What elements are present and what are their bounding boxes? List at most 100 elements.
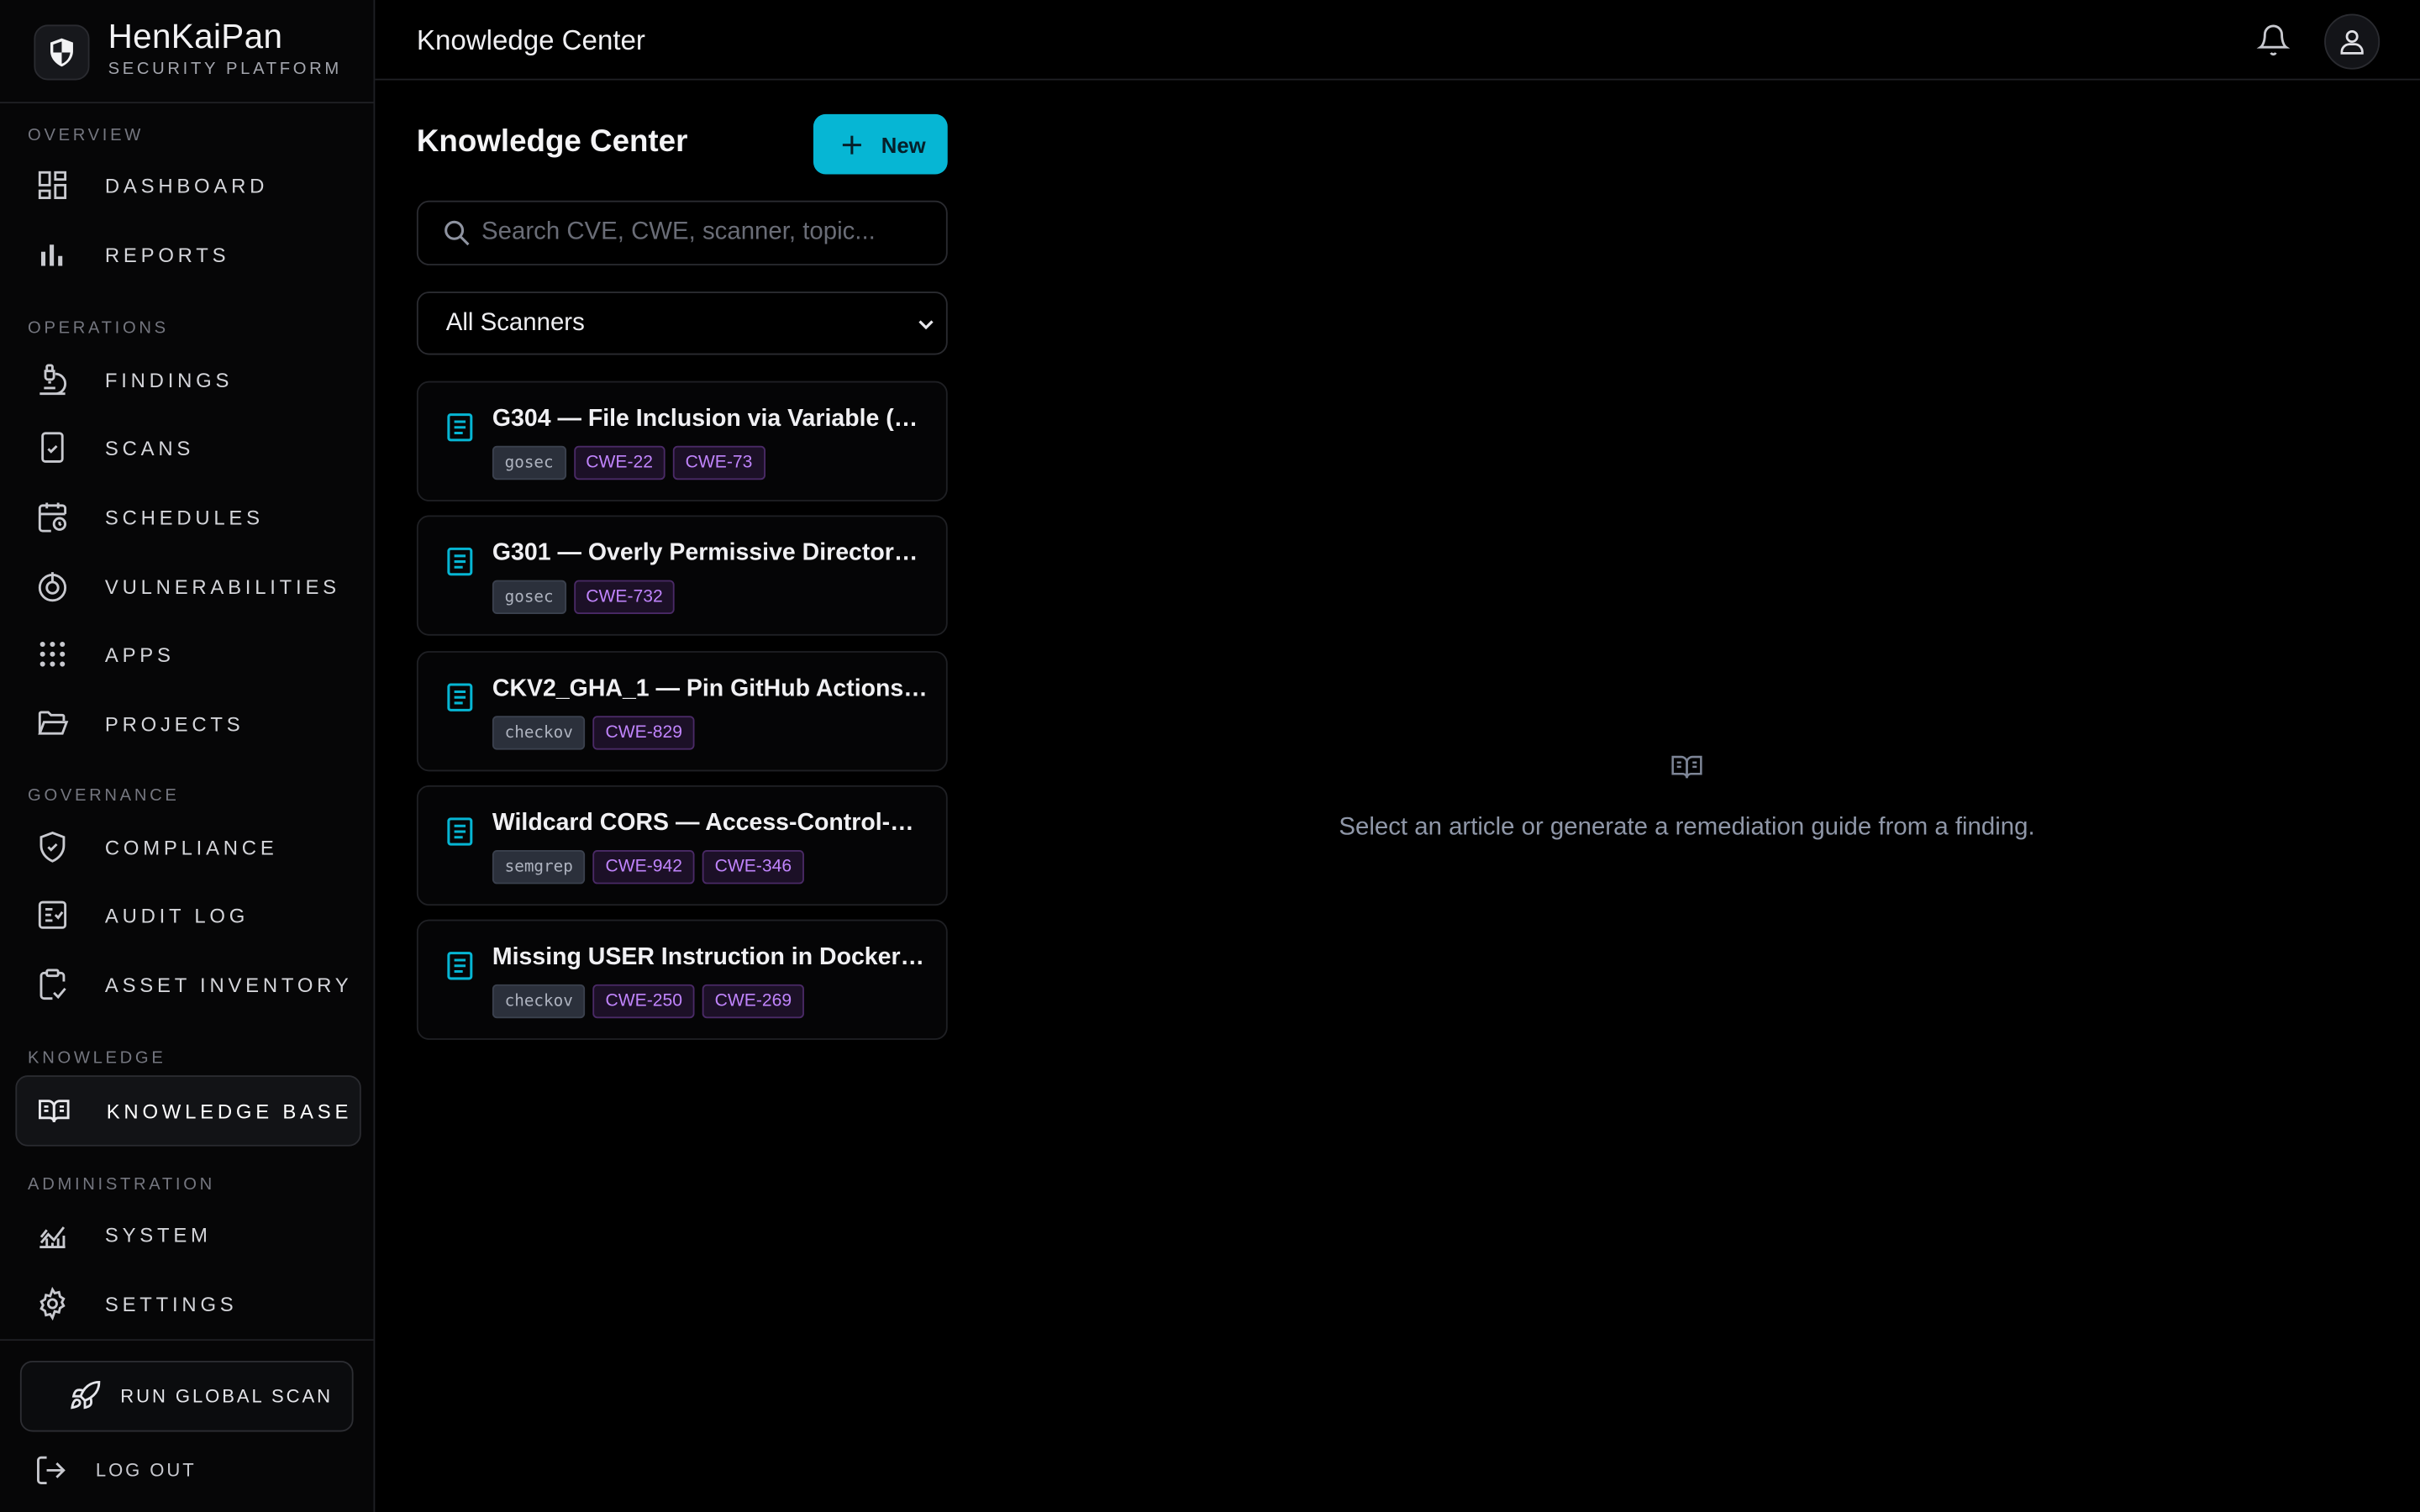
panel-title: Knowledge Center: [416, 124, 688, 160]
bell-icon: [2256, 24, 2291, 57]
article-title: G301 — Overly Permissive Directory Permi…: [492, 539, 931, 567]
topbar: Knowledge Center: [375, 0, 2420, 81]
sidebar-item-vulnerabilities[interactable]: VULNERABILITIES: [15, 553, 360, 621]
microscope-icon: [34, 361, 71, 398]
bar-chart-icon: [34, 236, 71, 273]
new-article-label: New: [881, 132, 926, 157]
sidebar-item-label: ASSET INVENTORY: [104, 973, 353, 996]
line-chart-icon: [34, 1215, 71, 1252]
logout-button[interactable]: LOG OUT: [34, 1452, 196, 1488]
rocket-icon: [68, 1379, 102, 1413]
empty-state-message: Select an article or generate a remediat…: [1339, 814, 2035, 842]
sidebar-item-schedules[interactable]: SCHEDULES: [15, 483, 360, 551]
file-check-icon: [34, 429, 71, 466]
sidebar-item-label: VULNERABILITIES: [104, 575, 340, 598]
section-label-knowledge: KNOWLEDGE: [28, 1048, 166, 1068]
user-avatar-button[interactable]: [2324, 13, 2381, 70]
section-label-governance: GOVERNANCE: [28, 786, 180, 806]
run-global-scan-label: RUN GLOBAL SCAN: [120, 1385, 333, 1408]
sidebar-item-label: SETTINGS: [104, 1292, 238, 1315]
sidebar-item-system[interactable]: SYSTEM: [15, 1200, 360, 1268]
article-title: Wildcard CORS — Access-Control-Allow-Ori…: [492, 810, 931, 837]
folder-open-icon: [34, 705, 71, 742]
scanner-tag: gosec: [492, 580, 566, 615]
sidebar-item-label: SCANS: [104, 435, 195, 459]
target-icon: [34, 568, 71, 605]
article-card[interactable]: G301 — Overly Permissive Directory Permi…: [416, 515, 948, 636]
sidebar-item-asset-inventory[interactable]: ASSET INVENTORY: [15, 950, 360, 1018]
book-open-icon: [35, 1092, 72, 1129]
app-root: HenKaiPan SECURITY PLATFORM OVERVIEW DAS…: [0, 0, 2420, 1512]
article-tags: gosec CWE-732: [492, 580, 676, 615]
sidebar-item-compliance[interactable]: COMPLIANCE: [15, 813, 360, 881]
brand-name: HenKaiPan: [108, 17, 283, 56]
calendar-clock-icon: [34, 498, 71, 535]
sidebar-item-audit-log[interactable]: AUDIT LOG: [15, 881, 360, 949]
sidebar-item-label: KNOWLEDGE BASE: [106, 1099, 353, 1123]
user-icon: [2337, 26, 2368, 57]
section-label-operations: OPERATIONS: [28, 319, 169, 339]
sidebar-item-projects[interactable]: PROJECTS: [15, 690, 360, 758]
document-icon: [443, 949, 476, 991]
sidebar-item-label: FINDINGS: [104, 368, 234, 391]
cwe-tag: CWE-269: [702, 984, 804, 1019]
article-tags: semgrep CWE-942 CWE-346: [492, 850, 804, 885]
article-card[interactable]: Wildcard CORS — Access-Control-Allow-Ori…: [416, 785, 948, 906]
article-title: Missing USER Instruction in Dockerfile: [492, 944, 931, 971]
sidebar-item-findings[interactable]: FINDINGS: [15, 345, 360, 413]
scanner-filter-value: All Scanners: [445, 309, 585, 336]
scanner-filter-select[interactable]: All Scanners: [416, 291, 948, 355]
cwe-tag: CWE-942: [592, 850, 695, 885]
new-article-button[interactable]: New: [813, 113, 948, 175]
search-input[interactable]: [481, 218, 914, 247]
sidebar-item-reports[interactable]: REPORTS: [15, 221, 360, 289]
cwe-tag: CWE-73: [672, 445, 765, 480]
run-global-scan-button[interactable]: RUN GLOBAL SCAN: [19, 1360, 354, 1432]
sidebar-item-label: APPS: [104, 642, 175, 666]
article-tags: gosec CWE-22 CWE-73: [492, 445, 765, 480]
document-icon: [443, 544, 476, 586]
article-title: G304 — File Inclusion via Variable (Path…: [492, 406, 931, 433]
sidebar-item-label: SCHEDULES: [104, 505, 264, 529]
sidebar-item-label: REPORTS: [104, 243, 230, 266]
logout-icon: [34, 1453, 67, 1487]
book-open-icon: [1667, 750, 1707, 792]
document-icon: [443, 411, 476, 453]
sidebar-item-label: COMPLIANCE: [104, 835, 278, 859]
scanner-tag: semgrep: [492, 850, 586, 885]
article-tags: checkov CWE-250 CWE-269: [492, 984, 804, 1019]
notifications-button[interactable]: [2254, 22, 2291, 59]
search-icon: [441, 218, 472, 249]
article-card[interactable]: Missing USER Instruction in Dockerfile c…: [416, 919, 948, 1040]
shield-check-icon: [34, 828, 71, 865]
logout-label: LOG OUT: [95, 1459, 197, 1482]
article-tags: checkov CWE-829: [492, 716, 695, 750]
page-title: Knowledge Center: [416, 24, 645, 56]
search-box: [416, 200, 948, 265]
sidebar-item-settings[interactable]: SETTINGS: [15, 1270, 360, 1338]
sidebar-item-label: SYSTEM: [104, 1222, 212, 1247]
brand-subtitle: SECURITY PLATFORM: [108, 60, 342, 79]
cwe-tag: CWE-346: [702, 850, 804, 885]
document-icon: [443, 680, 476, 722]
sidebar-item-apps[interactable]: APPS: [15, 620, 360, 688]
sidebar-item-dashboard[interactable]: DASHBOARD: [15, 151, 360, 219]
sidebar-item-scans[interactable]: SCANS: [15, 413, 360, 481]
sidebar: HenKaiPan SECURITY PLATFORM OVERVIEW DAS…: [0, 0, 376, 1512]
sidebar-item-label: PROJECTS: [104, 711, 245, 736]
gear-icon: [34, 1285, 71, 1322]
article-title: CKV2_GHA_1 — Pin GitHub Actions to Commi…: [492, 675, 931, 702]
cwe-tag: CWE-732: [573, 580, 676, 615]
cwe-tag: CWE-250: [592, 984, 695, 1019]
document-icon: [443, 815, 476, 857]
cwe-tag: CWE-829: [592, 716, 695, 750]
sidebar-footer: RUN GLOBAL SCAN LOG OUT: [0, 1339, 374, 1512]
apps-grid-icon: [34, 636, 71, 673]
sidebar-item-knowledge-base[interactable]: KNOWLEDGE BASE: [15, 1075, 361, 1147]
article-card[interactable]: G304 — File Inclusion via Variable (Path…: [416, 381, 948, 501]
scanner-tag: checkov: [492, 716, 586, 750]
sidebar-item-label: AUDIT LOG: [104, 903, 250, 927]
sidebar-item-label: DASHBOARD: [104, 173, 269, 197]
article-card[interactable]: CKV2_GHA_1 — Pin GitHub Actions to Commi…: [416, 651, 948, 772]
brand: HenKaiPan SECURITY PLATFORM: [0, 0, 374, 104]
